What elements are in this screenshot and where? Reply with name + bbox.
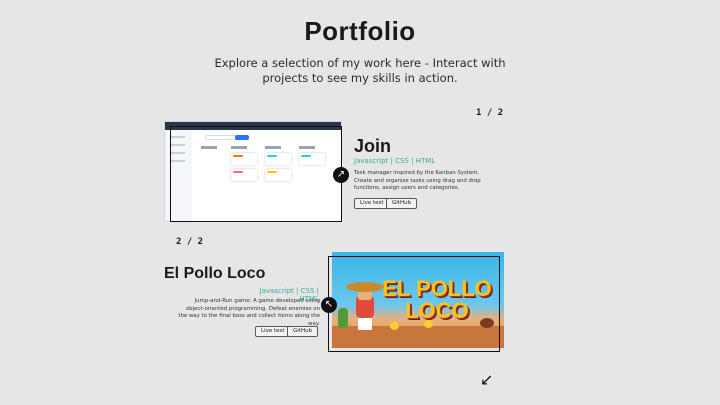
- pollo-loco-thumbnail[interactable]: EL POLLO LOCO: [332, 252, 504, 348]
- page-subtitle: Explore a selection of my work here - In…: [214, 56, 506, 85]
- project-description-join: Task manager inspired by the Kanban Syst…: [354, 170, 481, 191]
- live-test-button-pollo-loco[interactable]: Live test: [255, 326, 291, 337]
- game-logo: EL POLLO LOCO: [382, 276, 492, 323]
- arrow-down-left-icon[interactable]: ↙: [480, 370, 493, 389]
- project-tech-join: Javascript | CSS | HTML: [354, 157, 436, 165]
- github-button-pollo-loco[interactable]: GitHub: [287, 326, 319, 337]
- project-counter-2: 2 / 2: [176, 237, 204, 247]
- project-counter-1: 1 / 2: [476, 108, 504, 118]
- arrow-up-right-icon[interactable]: ↗: [333, 167, 349, 183]
- github-button-join[interactable]: GitHub: [386, 198, 418, 209]
- project-title-pollo-loco: El Pollo Loco: [164, 265, 266, 282]
- join-thumbnail[interactable]: [165, 122, 341, 221]
- project-title-join: Join: [354, 136, 392, 156]
- page-title: Portfolio: [304, 16, 416, 46]
- project-description-pollo-loco: Jump-and-Run game: A game developed usin…: [178, 298, 320, 327]
- game-hero: [346, 282, 384, 330]
- arrow-up-left-icon[interactable]: ↖: [321, 297, 337, 313]
- live-test-button-join[interactable]: Live test: [354, 198, 390, 209]
